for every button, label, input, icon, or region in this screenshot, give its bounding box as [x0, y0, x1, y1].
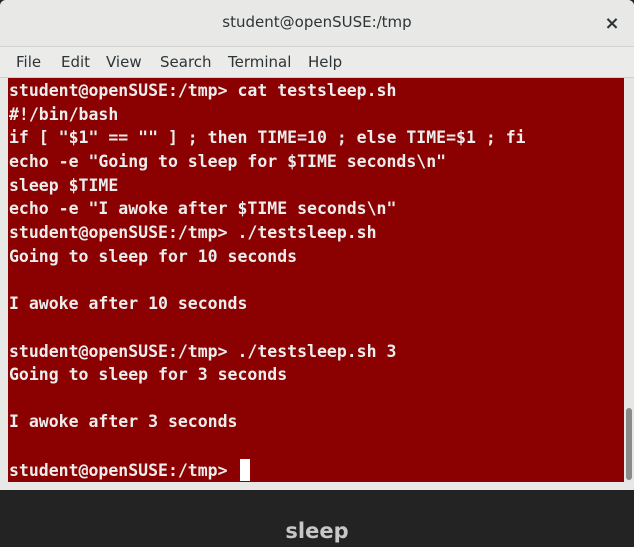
text-cursor [240, 459, 251, 481]
menu-terminal[interactable]: Terminal [228, 53, 291, 71]
terminal-output[interactable]: student@openSUSE:/tmp> cat testsleep.sh … [8, 78, 624, 482]
menu-view[interactable]: View [106, 53, 142, 71]
scrollbar-track[interactable] [624, 78, 634, 482]
terminal-window: student@openSUSE:/tmp × File Edit View S… [0, 0, 634, 490]
terminal-line: I awoke after 3 seconds [9, 412, 238, 431]
menu-search[interactable]: Search [160, 53, 212, 71]
prompt-text: student@openSUSE:/tmp> [9, 461, 238, 480]
scrollbar-thumb[interactable] [626, 408, 632, 480]
terminal-line: Going to sleep for 3 seconds [9, 365, 288, 384]
terminal-line: I awoke after 10 seconds [9, 294, 248, 313]
terminal-line: Going to sleep for 10 seconds [9, 247, 298, 266]
close-button[interactable]: × [600, 12, 624, 36]
terminal-line: echo -e "I awoke after $TIME seconds\n" [9, 199, 397, 218]
menu-help[interactable]: Help [308, 53, 342, 71]
terminal-line: #!/bin/bash [9, 105, 119, 124]
terminal-line: echo -e "Going to sleep for $TIME second… [9, 152, 447, 171]
terminal-line: sleep $TIME [9, 176, 119, 195]
terminal-line: student@openSUSE:/tmp> ./testsleep.sh [9, 223, 377, 242]
caption-text: sleep [285, 519, 349, 543]
window-bottom-border [0, 482, 634, 490]
title-bar[interactable]: student@openSUSE:/tmp × [0, 0, 634, 47]
terminal-line: student@openSUSE:/tmp> cat testsleep.sh [9, 81, 397, 100]
window-title: student@openSUSE:/tmp [222, 13, 412, 31]
menu-bar: File Edit View Search Terminal Help [0, 47, 634, 78]
menu-edit[interactable]: Edit [61, 53, 90, 71]
terminal-prompt-line[interactable]: student@openSUSE:/tmp> [9, 459, 251, 482]
terminal-line: if [ "$1" == "" ] ; then TIME=10 ; else … [9, 128, 526, 147]
terminal-line: student@openSUSE:/tmp> ./testsleep.sh 3 [9, 342, 397, 361]
menu-file[interactable]: File [16, 53, 41, 71]
